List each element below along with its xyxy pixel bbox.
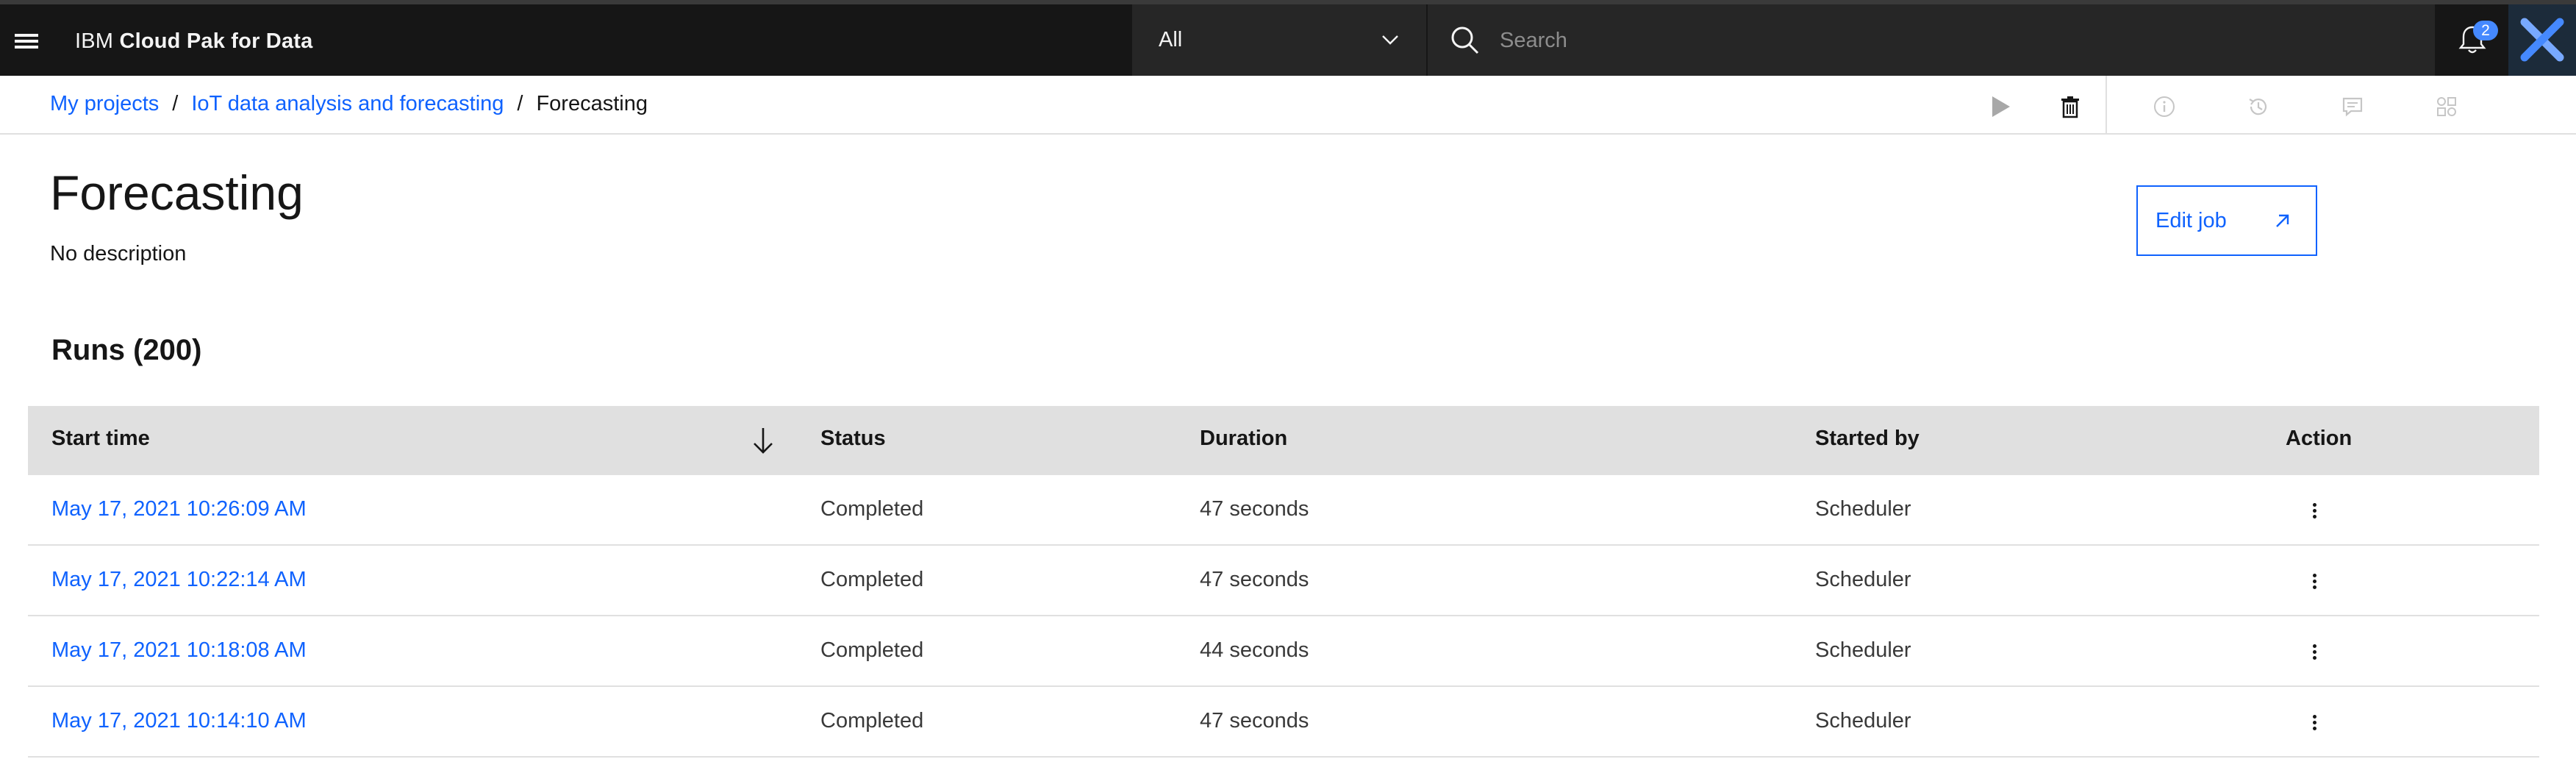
page-description: No description [50,242,187,266]
column-header-start-time[interactable]: Start time [51,427,150,451]
history-icon [2249,99,2267,115]
user-avatar[interactable] [2508,4,2576,76]
run-start-time-link[interactable]: May 17, 2021 10:18:08 AM [51,638,307,663]
delete-job-button[interactable] [2048,85,2092,129]
play-icon [1992,96,2010,117]
toolbar-divider [2105,76,2107,135]
search-scope-dropdown[interactable]: All [1132,4,1426,76]
history-button[interactable] [2236,85,2280,129]
info-button[interactable] [2142,85,2186,129]
run-duration: 47 seconds [1200,497,1309,521]
run-started-by: Scheduler [1815,709,1911,733]
run-status: Completed [820,709,924,733]
run-started-by: Scheduler [1815,497,1911,521]
run-started-by: Scheduler [1815,638,1911,662]
overflow-menu-icon[interactable] [2300,563,2329,597]
notification-count-badge: 2 [2473,21,2498,40]
comments-button[interactable] [2330,85,2375,129]
run-duration: 44 seconds [1200,638,1309,662]
run-duration: 47 seconds [1200,709,1309,733]
notifications-button[interactable]: 2 [2441,4,2505,76]
column-header-status[interactable]: Status [820,427,886,451]
arrow-up-right-icon [2276,214,2289,227]
breadcrumb-bar: My projects / IoT data analysis and fore… [0,76,2576,135]
edit-job-button[interactable]: Edit job [2136,185,2317,256]
run-status: Completed [820,568,924,591]
breadcrumb-separator: / [517,92,523,115]
integrations-icon [2437,97,2456,116]
run-start-time-link[interactable]: May 17, 2021 10:26:09 AM [51,497,307,521]
run-status: Completed [820,638,924,662]
table-row: May 17, 2021 10:22:14 AM Completed 47 se… [28,546,2539,616]
arrow-down-icon[interactable] [748,424,778,457]
brand-name: Cloud Pak for Data [119,29,313,53]
runs-table: Start time Status Duration Started by Ac… [28,406,2539,758]
table-header: Start time Status Duration Started by Ac… [28,406,2539,475]
menu-icon[interactable] [15,28,51,57]
brand-prefix: IBM [75,29,114,53]
breadcrumb-project[interactable]: IoT data analysis and forecasting [191,92,504,116]
table-row: May 17, 2021 10:26:09 AM Completed 47 se… [28,475,2539,546]
chevron-down-icon [1382,35,1398,45]
integrations-button[interactable] [2425,85,2469,129]
run-start-time-link[interactable]: May 17, 2021 10:22:14 AM [51,568,307,592]
runs-section-title: Runs (200) [51,334,202,366]
overflow-menu-icon[interactable] [2300,634,2329,668]
info-icon [2154,96,2175,117]
overflow-menu-icon[interactable] [2300,493,2329,527]
search-scope-value: All [1159,28,1183,51]
run-started-by: Scheduler [1815,568,1911,591]
run-start-time-link[interactable]: May 17, 2021 10:14:10 AM [51,709,307,733]
run-duration: 47 seconds [1200,568,1309,591]
edit-job-label: Edit job [2155,209,2227,232]
global-search [1428,4,2435,76]
page-title: Forecasting [50,165,304,220]
product-name[interactable]: IBM Cloud Pak for Data [75,29,312,54]
column-header-duration[interactable]: Duration [1200,427,1287,451]
comment-icon [2342,97,2363,117]
breadcrumb-current: Forecasting [536,92,648,115]
avatar-icon [2520,18,2564,62]
breadcrumb-separator: / [172,92,179,115]
table-row: May 17, 2021 10:18:08 AM Completed 44 se… [28,616,2539,687]
breadcrumb: My projects / IoT data analysis and fore… [50,92,648,116]
delete-icon [2061,96,2079,118]
search-icon [1451,26,1479,54]
run-status: Completed [820,497,924,521]
column-header-started-by[interactable]: Started by [1815,427,1920,451]
table-row: May 17, 2021 10:14:10 AM Completed 47 se… [28,687,2539,758]
column-header-action: Action [2286,427,2353,450]
run-job-button[interactable] [1978,85,2022,129]
search-input[interactable] [1500,21,2382,60]
overflow-menu-icon[interactable] [2300,705,2329,738]
breadcrumb-my-projects[interactable]: My projects [50,92,159,116]
